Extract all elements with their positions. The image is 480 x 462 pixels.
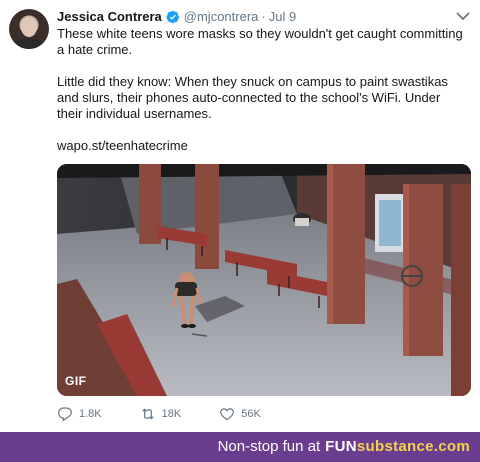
- tweet-header: Jessica Contrera @mjcontrera · Jul 9: [57, 9, 296, 24]
- footer-tagline: Non-stop fun at: [217, 438, 321, 455]
- retweet-count: 18K: [161, 408, 182, 420]
- gif-badge: GIF: [65, 374, 87, 388]
- site-logo[interactable]: FUNsubstance.com: [325, 438, 470, 455]
- like-button[interactable]: 56K: [219, 406, 261, 422]
- site-footer: Non-stop fun at FUNsubstance.com: [0, 432, 480, 462]
- brand-right: substance.com: [356, 438, 470, 455]
- tweet-card: Jessica Contrera @mjcontrera · Jul 9 The…: [0, 0, 480, 432]
- tweet-link[interactable]: wapo.st/teenhatecrime: [57, 138, 188, 153]
- footer-text: Non-stop fun at FUNsubstance.com: [218, 438, 470, 455]
- reply-button[interactable]: 1.8K: [57, 406, 102, 422]
- brand-left: FUN: [325, 438, 357, 455]
- like-icon: [220, 408, 235, 421]
- tweet-text: These white teens wore masks so they wou…: [57, 26, 467, 170]
- gif-media[interactable]: GIF: [57, 164, 471, 396]
- author-name[interactable]: Jessica Contrera: [57, 9, 162, 24]
- tweet-actions: 1.8K 18K 56K: [57, 406, 299, 422]
- author-handle[interactable]: @mjcontrera: [184, 9, 259, 24]
- reply-icon: [58, 407, 72, 422]
- header-separator: ·: [261, 9, 266, 24]
- reply-count: 1.8K: [79, 408, 102, 420]
- retweet-button[interactable]: 18K: [140, 406, 182, 422]
- chevron-down-icon[interactable]: [456, 11, 470, 21]
- tweet-paragraph: Little did they know: When they snuck on…: [57, 74, 448, 121]
- retweet-icon: [141, 408, 154, 420]
- avatar-face: [21, 17, 37, 37]
- avatar-shirt: [13, 39, 45, 49]
- verified-badge-icon: [166, 10, 179, 23]
- tweet-date[interactable]: Jul 9: [269, 9, 296, 24]
- security-camera-scene: [57, 164, 471, 396]
- avatar[interactable]: [9, 9, 49, 49]
- like-count: 56K: [241, 408, 261, 420]
- tweet-paragraph: These white teens wore masks so they wou…: [57, 26, 463, 57]
